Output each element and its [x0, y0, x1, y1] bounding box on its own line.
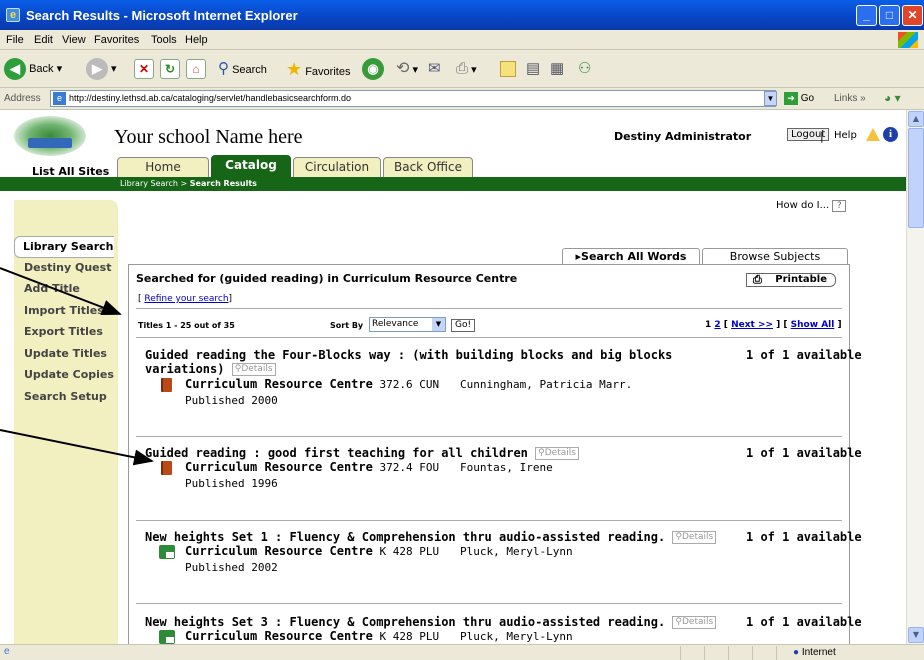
home-icon: ⌂	[186, 59, 206, 80]
toolbar: ◀ Back ▾ ▶ ▾ ✕ ↻ ⌂ ⚲ Search ★ Favorites …	[0, 50, 924, 88]
mail-button[interactable]: ✉	[428, 57, 441, 81]
menu-bar: File Edit View Favorites Tools Help	[0, 30, 924, 50]
stop-icon: ✕	[134, 59, 154, 80]
zone-label: Internet	[801, 647, 836, 658]
window-title: Search Results - Microsoft Internet Expl…	[26, 8, 298, 23]
annotation-arrows	[0, 267, 154, 466]
menu-edit[interactable]: Edit	[34, 34, 53, 46]
status-zone: ● Internet	[776, 646, 924, 660]
history-button[interactable]: ⟲ ▾	[396, 57, 418, 81]
history-icon: ⟲	[396, 60, 410, 77]
forward-button[interactable]: ▶ ▾	[86, 57, 117, 81]
page-icon: e	[53, 92, 66, 105]
search-button[interactable]: ⚲ Search	[218, 57, 267, 81]
menu-view[interactable]: View	[62, 34, 86, 46]
scroll-thumb[interactable]	[908, 128, 924, 228]
print-icon: ⎙	[456, 60, 469, 77]
status-segment	[752, 646, 776, 660]
favorites-label: Favorites	[305, 66, 351, 78]
globe-icon: ●	[793, 647, 800, 658]
refresh-icon: ↻	[160, 59, 180, 80]
page-status-icon: e	[4, 646, 10, 657]
forward-arrow-icon: ▶	[86, 58, 108, 81]
links-label: Links	[834, 93, 858, 104]
go-arrow-icon: ➜	[784, 92, 798, 105]
note-icon	[500, 61, 516, 78]
status-bar: e ● Internet	[0, 644, 924, 660]
favorites-button[interactable]: ★ Favorites	[286, 57, 350, 81]
windows-logo-icon	[898, 32, 918, 48]
address-dropdown-icon[interactable]: ▼	[764, 91, 777, 106]
menu-tools[interactable]: Tools	[151, 34, 177, 46]
vertical-scrollbar[interactable]: ▲ ▼	[906, 110, 924, 644]
scroll-down-icon[interactable]: ▼	[908, 627, 924, 643]
search-label: Search	[232, 64, 267, 76]
address-label: Address	[4, 93, 41, 104]
discuss-button[interactable]: ▤	[526, 57, 540, 81]
mail-icon: ✉	[428, 60, 441, 77]
research-button[interactable]: ▦	[550, 57, 564, 81]
search-icon: ⚲	[218, 60, 229, 77]
scroll-up-icon[interactable]: ▲	[908, 111, 924, 127]
back-button[interactable]: ◀ Back ▾	[4, 57, 62, 81]
annotation-arrow-1	[0, 267, 122, 316]
status-segment	[728, 646, 752, 660]
media-icon: ◉	[362, 58, 384, 81]
stop-button[interactable]: ✕	[134, 57, 154, 81]
menu-file[interactable]: File	[6, 34, 24, 46]
back-label: Back	[29, 63, 54, 75]
ie-icon: e	[6, 8, 20, 22]
print-button[interactable]: ⎙ ▾	[456, 57, 477, 81]
menu-favorites[interactable]: Favorites	[94, 34, 139, 46]
menu-help[interactable]: Help	[185, 34, 208, 46]
status-segment	[680, 646, 704, 660]
go-label: Go	[800, 93, 815, 105]
messenger-icon: ⚇	[578, 60, 592, 77]
go-button[interactable]: ➜ Go	[784, 92, 814, 105]
home-button[interactable]: ⌂	[186, 57, 206, 81]
media-button[interactable]: ◉	[362, 57, 384, 81]
research-icon: ▦	[550, 60, 565, 77]
page-viewport: Your school Name here Destiny Administra…	[0, 110, 906, 644]
address-input[interactable]: e http://destiny.lethsd.ab.ca/cataloging…	[50, 90, 776, 107]
discuss-icon: ▤	[526, 60, 541, 77]
back-arrow-icon: ◀	[4, 58, 26, 81]
messenger-button[interactable]: ⚇	[578, 57, 591, 81]
favorites-star-icon: ★	[286, 59, 303, 79]
close-button[interactable]: ✕	[902, 5, 923, 26]
minimize-button[interactable]: _	[856, 5, 877, 26]
maximize-button[interactable]: □	[879, 5, 900, 26]
refresh-button[interactable]: ↻	[160, 57, 180, 81]
norton-icon[interactable]: ◕ ▾	[884, 91, 901, 105]
annotation-arrow-2	[0, 429, 154, 466]
address-url: http://destiny.lethsd.ab.ca/cataloging/s…	[69, 93, 351, 103]
window-titlebar: e Search Results - Microsoft Internet Ex…	[0, 0, 924, 30]
links-button[interactable]: Links »	[834, 93, 866, 104]
address-bar: Address e http://destiny.lethsd.ab.ca/ca…	[0, 88, 924, 110]
edit-button[interactable]	[500, 57, 516, 81]
status-segment	[704, 646, 728, 660]
